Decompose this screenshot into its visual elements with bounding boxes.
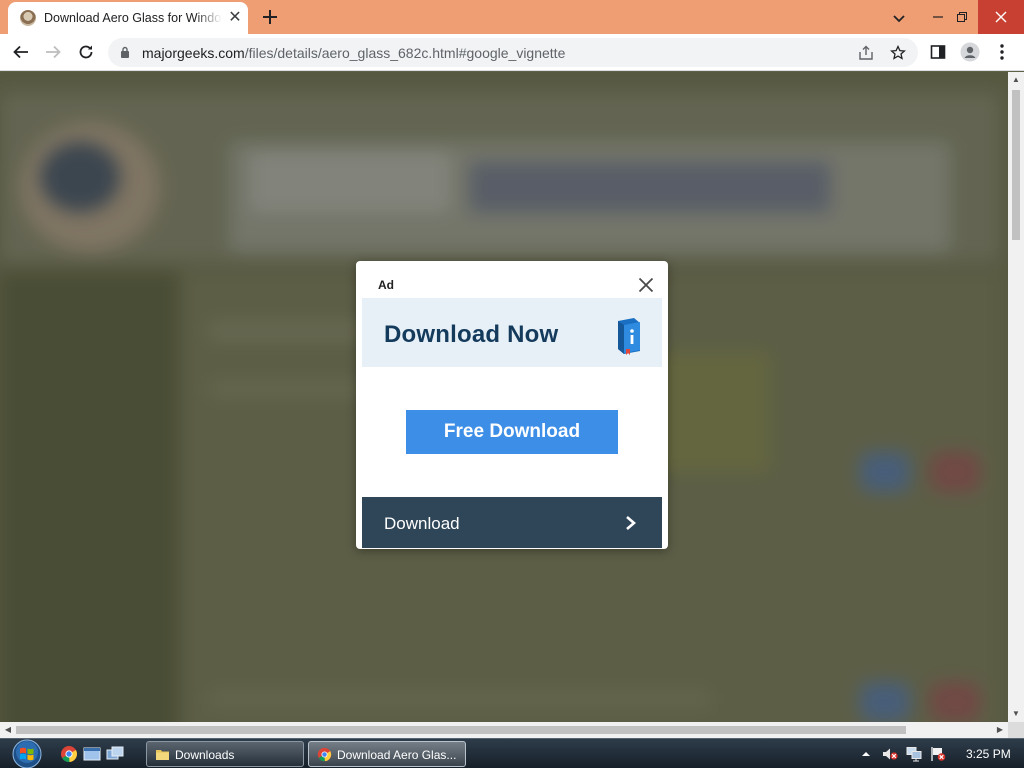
plus-icon: [263, 10, 277, 24]
close-icon: [995, 11, 1007, 23]
ad-modal: Ad Download Now Free Download Download: [356, 261, 668, 549]
windows-logo-icon: [12, 739, 42, 768]
address-bar[interactable]: majorgeeks.com/files/details/aero_glass_…: [108, 38, 918, 67]
profile-icon: [960, 42, 980, 62]
bookmark-button[interactable]: [888, 43, 908, 63]
tab-search-button[interactable]: [888, 7, 910, 29]
volume-muted-icon[interactable]: [882, 746, 898, 762]
url-text: majorgeeks.com/files/details/aero_glass_…: [142, 45, 565, 61]
taskbar-chrome-label: Download Aero Glas...: [337, 748, 457, 762]
network-icon[interactable]: [906, 746, 922, 762]
new-tab-button[interactable]: [258, 5, 282, 29]
profile-button[interactable]: [958, 40, 982, 64]
majorgeeks-favicon-icon: [20, 10, 36, 26]
switch-windows-icon[interactable]: [106, 745, 124, 763]
browser-toolbar: majorgeeks.com/files/details/aero_glass_…: [0, 34, 1024, 71]
star-icon: [890, 45, 906, 60]
side-panel-button[interactable]: [926, 40, 950, 64]
arrow-right-icon: [46, 45, 61, 59]
menu-button[interactable]: [990, 40, 1014, 64]
windows-taskbar: Downloads Download Aero Glas... 3:25 PM: [0, 738, 1024, 768]
ad-download-bar[interactable]: Download: [362, 497, 662, 548]
minimize-icon: [933, 16, 943, 18]
reload-icon: [79, 45, 93, 59]
scroll-right-icon[interactable]: ▶: [992, 722, 1008, 738]
close-icon: [638, 277, 654, 293]
tab-strip: Download Aero Glass for Windows ✕: [0, 0, 1024, 34]
start-button[interactable]: [8, 739, 46, 768]
menu-dots-icon: [1000, 44, 1004, 60]
share-icon: [859, 45, 873, 60]
ad-download-label: Download: [384, 514, 460, 533]
taskbar-chrome-button[interactable]: Download Aero Glas...: [308, 741, 466, 767]
folder-icon: [156, 750, 169, 760]
free-download-button[interactable]: Free Download: [406, 410, 618, 454]
side-panel-icon: [930, 45, 946, 59]
vertical-scrollbar[interactable]: ▲ ▼: [1008, 72, 1024, 722]
scroll-up-icon[interactable]: ▲: [1008, 72, 1024, 88]
arrow-left-icon: [13, 45, 28, 59]
forward-button[interactable]: [41, 40, 65, 64]
taskbar-downloads-button[interactable]: Downloads: [146, 741, 304, 767]
browser-tab[interactable]: Download Aero Glass for Windows ✕: [8, 2, 248, 34]
ad-label: Ad: [378, 278, 394, 292]
back-button[interactable]: [9, 40, 33, 64]
share-button[interactable]: [856, 43, 876, 63]
ad-banner[interactable]: Download Now: [362, 298, 662, 367]
restore-button[interactable]: [945, 0, 979, 34]
action-center-flag-icon[interactable]: [930, 746, 946, 762]
url-host: majorgeeks.com: [142, 45, 245, 61]
lock-icon[interactable]: [120, 46, 130, 58]
chrome-icon[interactable]: [60, 745, 78, 763]
scrollbar-corner: [1008, 722, 1024, 738]
chrome-icon: [317, 747, 332, 762]
horizontal-scrollbar[interactable]: ◀ ▶: [0, 722, 1008, 738]
url-path: /files/details/aero_glass_682c.html#goog…: [244, 45, 566, 61]
restore-icon: [957, 12, 967, 22]
scroll-down-icon[interactable]: ▼: [1008, 706, 1024, 722]
chevron-right-icon: [626, 516, 636, 530]
tab-close-icon[interactable]: ✕: [226, 9, 244, 27]
close-window-button[interactable]: [978, 0, 1024, 34]
scroll-left-icon[interactable]: ◀: [0, 722, 16, 738]
chevron-down-icon: [893, 15, 905, 23]
ad-banner-title: Download Now: [384, 321, 559, 348]
info-book-icon: [618, 318, 640, 355]
horizontal-scroll-thumb[interactable]: [16, 726, 906, 734]
vertical-scroll-thumb[interactable]: [1012, 90, 1020, 240]
taskbar-downloads-label: Downloads: [175, 748, 235, 762]
taskbar-clock[interactable]: 3:25 PM: [966, 747, 1011, 761]
show-desktop-icon[interactable]: [83, 745, 101, 763]
tab-title: Download Aero Glass for Windows: [44, 11, 222, 25]
ad-close-button[interactable]: [636, 275, 656, 295]
reload-button[interactable]: [74, 40, 98, 64]
show-hidden-icons-arrow[interactable]: [858, 746, 874, 762]
